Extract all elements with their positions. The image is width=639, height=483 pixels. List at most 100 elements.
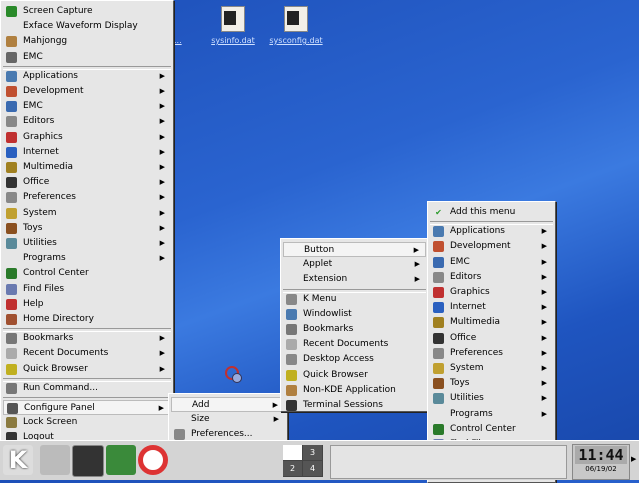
menu-item-utilities[interactable]: Utilities ▶ <box>430 391 553 406</box>
menu-item-find-files[interactable]: Find Files <box>3 282 171 297</box>
desktop-icon-label-partial[interactable]: ... <box>174 36 182 45</box>
panel-hide-arrow[interactable]: ▶ <box>631 455 636 463</box>
menu-item-extension[interactable]: Extension ▶ <box>283 272 426 287</box>
pager-desktop-4[interactable]: 4 <box>303 461 322 476</box>
menu-item-applications[interactable]: Applications ▶ <box>430 224 553 239</box>
menu-item-emc[interactable]: EMC ▶ <box>430 255 553 270</box>
menu-item-internet[interactable]: Internet ▶ <box>430 300 553 315</box>
menu-item-label: Preferences <box>23 192 76 203</box>
menu-item-desktop-access[interactable]: Desktop Access <box>283 352 426 367</box>
clock-date: 06/19/02 <box>585 465 617 473</box>
help-icon[interactable] <box>138 445 168 475</box>
pager-desktop-1[interactable]: 1 <box>283 445 302 460</box>
menu-item-development[interactable]: Development ▶ <box>3 84 171 99</box>
submenu-arrow-icon: ▶ <box>159 254 165 263</box>
menu-item-add[interactable]: Add ▶ <box>171 397 285 412</box>
menu-item-label: Bookmarks <box>303 324 354 334</box>
menu-item-quick-browser[interactable]: Quick Browser ▶ <box>3 362 171 377</box>
menu-item-add-this-menu[interactable]: ✔ Add this menu <box>430 205 553 220</box>
menu-item-toys[interactable]: Toys ▶ <box>430 376 553 391</box>
menu-item-windowlist[interactable]: Windowlist <box>283 307 426 322</box>
menu-item-non-kde-application[interactable]: Non-KDE Application <box>283 383 426 398</box>
desktop-pager: 1 3 2 4 <box>283 445 323 477</box>
menu-item-label: Multimedia <box>450 317 501 328</box>
menu-item-help[interactable]: Help <box>3 297 171 312</box>
menu-item-exface-waveform-display[interactable]: Exface Waveform Display <box>3 19 171 34</box>
menu-item-toys[interactable]: Toys ▶ <box>3 221 171 236</box>
menu-item-configure-panel[interactable]: Configure Panel ▶ <box>3 400 171 415</box>
submenu-arrow-icon: ▶ <box>159 334 165 343</box>
menu-item-run-command[interactable]: Run Command... <box>3 381 171 396</box>
quick-browser-icon <box>6 363 17 375</box>
submenu-arrow-icon: ▶ <box>541 318 547 327</box>
menu-item-utilities[interactable]: Utilities ▶ <box>3 236 171 251</box>
bookmarks-icon <box>286 324 297 335</box>
clock[interactable]: 11:44 06/19/02 <box>572 444 630 480</box>
control-center-icon[interactable] <box>106 445 136 475</box>
menu-item-size[interactable]: Size ▶ <box>171 412 285 427</box>
menu-item-applet[interactable]: Applet ▶ <box>283 257 426 272</box>
menu-item-development[interactable]: Development ▶ <box>430 239 553 254</box>
menu-item-system[interactable]: System ▶ <box>430 361 553 376</box>
desktop-access-icon[interactable] <box>40 445 70 475</box>
menu-item-editors[interactable]: Editors ▶ <box>3 114 171 129</box>
non-kde-app-icon <box>286 384 297 396</box>
menu-item-preferences[interactable]: Preferences ▶ <box>3 190 171 205</box>
menu-item-preferences[interactable]: Preferences ▶ <box>430 346 553 361</box>
menu-item-internet[interactable]: Internet ▶ <box>3 145 171 160</box>
submenu-arrow-icon: ▶ <box>159 117 165 126</box>
menu-item-emc[interactable]: EMC <box>3 50 171 65</box>
menu-item-programs[interactable]: Programs ▶ <box>430 407 553 422</box>
menu-item-programs[interactable]: Programs ▶ <box>3 251 171 266</box>
menu-item-office[interactable]: Office ▶ <box>3 175 171 190</box>
desktop-icon[interactable]: sysconfig.dat <box>266 6 326 45</box>
menu-item-home-directory[interactable]: Home Directory <box>3 312 171 327</box>
menu-item-editors[interactable]: Editors ▶ <box>430 270 553 285</box>
menu-item-control-center[interactable]: Control Center <box>3 266 171 281</box>
menu-item-office[interactable]: Office ▶ <box>430 331 553 346</box>
menu-item-graphics[interactable]: Graphics ▶ <box>3 130 171 145</box>
menu-item-recent-documents[interactable]: Recent Documents ▶ <box>3 346 171 361</box>
menu-item-label: Graphics <box>23 131 63 142</box>
menu-item-label: Exface Waveform Display <box>23 21 138 32</box>
file-icon <box>221 6 245 32</box>
preferences-icon <box>6 192 17 204</box>
help-icon <box>6 298 17 310</box>
menu-item-system[interactable]: System ▶ <box>3 206 171 221</box>
add-menu: Button ▶ Applet ▶ Extension ▶ K Menu Windowlist… <box>280 238 429 412</box>
menu-item-multimedia[interactable]: Multimedia ▶ <box>3 160 171 175</box>
submenu-arrow-icon: ▶ <box>159 132 165 141</box>
internet-icon <box>433 302 444 314</box>
menu-item-terminal-sessions[interactable]: Terminal Sessions <box>283 398 426 413</box>
terminal-icon[interactable] <box>72 445 104 477</box>
pager-desktop-3[interactable]: 3 <box>303 445 322 460</box>
emc-icon <box>6 51 17 63</box>
menu-item-quick-browser[interactable]: Quick Browser <box>283 368 426 383</box>
menu-item-control-center[interactable]: Control Center <box>430 422 553 437</box>
menu-item-recent-documents[interactable]: Recent Documents <box>283 337 426 352</box>
menu-item-label: Internet <box>450 302 486 313</box>
toys-icon <box>6 222 17 234</box>
menu-item-graphics[interactable]: Graphics ▶ <box>430 285 553 300</box>
menu-item-label: Utilities <box>23 238 57 248</box>
k-menu: Screen Capture Exface Waveform Display Mah… <box>0 0 174 444</box>
menu-item-applications[interactable]: Applications ▶ <box>3 69 171 84</box>
submenu-arrow-icon: ▶ <box>413 246 419 254</box>
menu-item-bookmarks[interactable]: Bookmarks ▶ <box>3 331 171 346</box>
menu-item-multimedia[interactable]: Multimedia ▶ <box>430 315 553 330</box>
k-menu-button[interactable]: K <box>3 445 33 475</box>
submenu-arrow-icon: ▶ <box>541 409 547 418</box>
menu-item-lock-screen[interactable]: Lock Screen <box>3 415 171 430</box>
menu-item-label: Extension <box>303 274 348 285</box>
menu-item-bookmarks[interactable]: Bookmarks <box>283 322 426 337</box>
submenu-arrow-icon: ▶ <box>541 364 547 372</box>
menu-item-screen-capture[interactable]: Screen Capture <box>3 4 171 19</box>
menu-item-emc[interactable]: EMC ▶ <box>3 99 171 114</box>
pager-desktop-2[interactable]: 2 <box>283 461 302 476</box>
menu-item-button[interactable]: Button ▶ <box>283 242 426 257</box>
submenu-arrow-icon: ▶ <box>159 71 165 80</box>
desktop-icon[interactable]: sysinfo.dat <box>203 6 263 45</box>
menu-item-k-menu[interactable]: K Menu <box>283 292 426 307</box>
taskbar-tasks[interactable] <box>330 445 567 479</box>
menu-item-mahjongg[interactable]: Mahjongg <box>3 34 171 49</box>
